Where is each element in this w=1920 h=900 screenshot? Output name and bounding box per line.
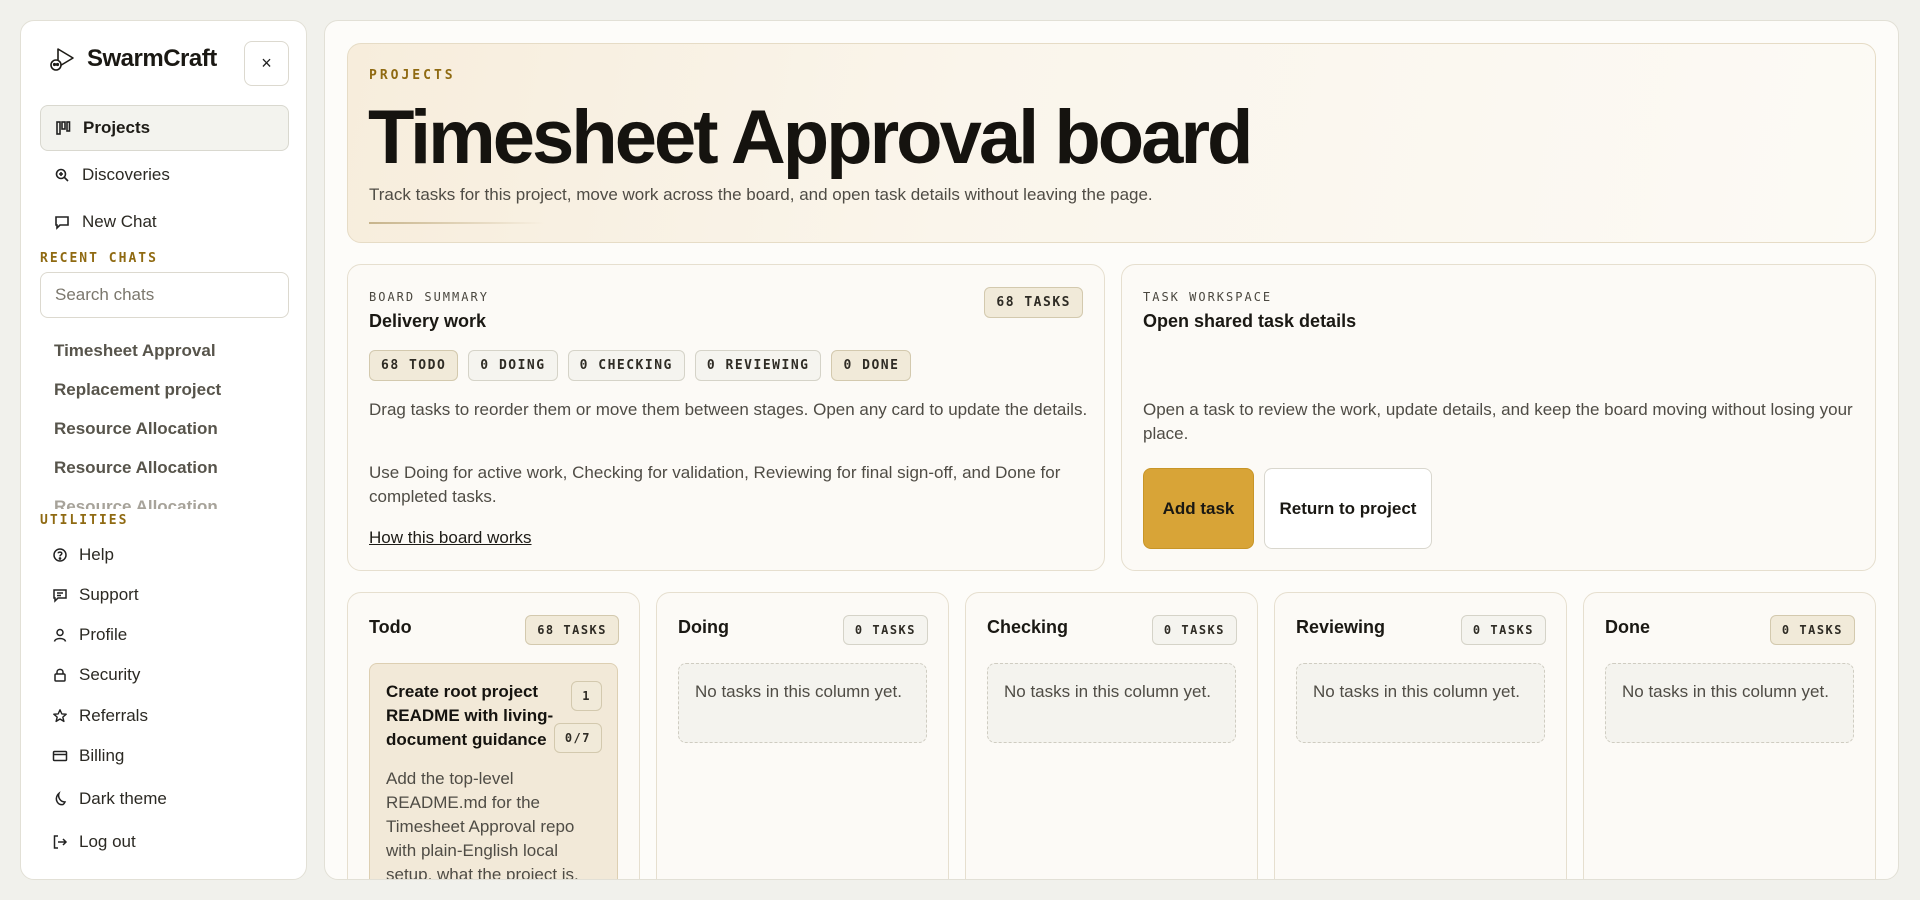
close-icon: ×: [261, 53, 272, 73]
moon-icon: [55, 791, 67, 806]
page-title: Timesheet Approval board: [368, 95, 1253, 180]
stage-badge-doing: 0 DOING: [468, 350, 558, 381]
total-tasks-badge: 68 TASKS: [984, 287, 1083, 318]
return-to-project-button[interactable]: Return to project: [1264, 468, 1432, 549]
kanban-icon: [56, 121, 71, 135]
utility-help[interactable]: Help: [52, 545, 114, 565]
how-board-works-link[interactable]: How this board works: [369, 528, 532, 548]
star-icon: [53, 709, 67, 723]
nav-item-label: Discoveries: [82, 165, 170, 184]
task-description: Add the top-level README.md for the Time…: [386, 769, 579, 880]
column-title: Todo: [369, 617, 412, 637]
utility-label: Dark theme: [79, 789, 167, 808]
board-column-done: Done 0 TASKS No tasks in this column yet…: [1583, 592, 1876, 879]
utility-label: Profile: [79, 625, 128, 644]
board-summary-title: Delivery work: [369, 311, 487, 331]
utility-label: Help: [79, 545, 114, 564]
utility-log-out[interactable]: Log out: [52, 832, 136, 852]
utility-label: Log out: [79, 832, 136, 851]
task-workspace-text: Open a task to review the work, update d…: [1143, 400, 1853, 443]
stage-badge-todo: 68 TODO: [369, 350, 459, 381]
hero-eyebrow: PROJECTS: [369, 68, 456, 83]
nav-item-label: Projects: [83, 118, 151, 137]
recent-chat-item[interactable]: Resource Allocation: [54, 458, 218, 478]
hero-banner: PROJECTS Timesheet Approval board Track …: [347, 43, 1876, 243]
search-chats-input[interactable]: [40, 272, 289, 318]
task-progress-badge: 0/7: [553, 723, 602, 753]
utilities-label: UTILITIES: [40, 513, 129, 528]
brand-logo-icon: [50, 48, 74, 71]
task-workspace-title: Open shared task details: [1143, 311, 1357, 331]
utility-label: Security: [79, 665, 141, 684]
board-summary-card: BOARD SUMMARY Delivery work 68 TASKS 68 …: [347, 264, 1105, 571]
recent-chat-item[interactable]: Resource Allocation: [54, 497, 218, 509]
column-count-badge: 0 TASKS: [842, 615, 928, 645]
column-count-badge: 0 TASKS: [1769, 615, 1855, 645]
board-column-checking: Checking 0 TASKS No tasks in this column…: [965, 592, 1258, 879]
utility-billing[interactable]: Billing: [52, 746, 124, 766]
nav-item-label: New Chat: [82, 212, 157, 231]
sidebar: SwarmCraft × Projects Discoveries New Ch…: [20, 20, 307, 880]
stage-badges: 68 TODO 0 DOING 0 CHECKING 0 REVIEWING 0…: [369, 350, 912, 381]
empty-column-placeholder[interactable]: No tasks in this column yet.: [1296, 663, 1545, 743]
close-sidebar-button[interactable]: ×: [244, 41, 289, 86]
board-summary-text: Drag tasks to reorder them or move them …: [369, 400, 1088, 419]
stage-badge-checking: 0 CHECKING: [567, 350, 685, 381]
logout-icon: [53, 835, 68, 849]
board-summary-eyebrow: BOARD SUMMARY: [369, 290, 489, 304]
utility-label: Support: [79, 585, 139, 604]
column-count-badge: 0 TASKS: [1460, 615, 1546, 645]
nav-item-new-chat[interactable]: New Chat: [40, 199, 289, 245]
column-title: Doing: [678, 617, 729, 637]
utility-label: Referrals: [79, 706, 148, 725]
utility-dark-theme[interactable]: Dark theme: [52, 789, 167, 809]
task-workspace-card: TASK WORKSPACE Open shared task details …: [1121, 264, 1876, 571]
task-title: Create root project README with living-d…: [386, 682, 554, 749]
board-column-todo: Todo 68 TASKS Create root project README…: [347, 592, 640, 880]
utility-security[interactable]: Security: [52, 665, 140, 685]
column-title: Done: [1605, 617, 1650, 637]
empty-column-placeholder[interactable]: No tasks in this column yet.: [1605, 663, 1854, 743]
hero-divider: [369, 222, 544, 224]
search-zoom-icon: [55, 168, 69, 182]
brand[interactable]: SwarmCraft: [47, 43, 217, 75]
board-column-reviewing: Reviewing 0 TASKS No tasks in this colum…: [1274, 592, 1567, 879]
stage-badge-done: 0 DONE: [831, 350, 912, 381]
add-task-button[interactable]: Add task: [1143, 468, 1254, 549]
help-circle-icon: [53, 548, 67, 562]
hero-description: Track tasks for this project, move work …: [369, 185, 1153, 204]
column-count-badge: 0 TASKS: [1151, 615, 1237, 645]
task-card[interactable]: Create root project README with living-d…: [369, 663, 618, 880]
utility-label: Billing: [79, 746, 125, 765]
utility-support[interactable]: Support: [52, 585, 139, 605]
empty-column-placeholder[interactable]: No tasks in this column yet.: [678, 663, 927, 743]
recent-chat-item[interactable]: Resource Allocation: [54, 419, 218, 439]
task-order-badge: 1: [571, 681, 602, 711]
main-panel: PROJECTS Timesheet Approval board Track …: [324, 20, 1899, 880]
user-icon: [53, 628, 67, 642]
stage-badge-reviewing: 0 REVIEWING: [694, 350, 822, 381]
message-icon: [53, 589, 67, 603]
chat-bubble-icon: [55, 216, 69, 230]
utility-profile[interactable]: Profile: [52, 625, 127, 645]
utility-referrals[interactable]: Referrals: [52, 706, 148, 726]
empty-column-placeholder[interactable]: No tasks in this column yet.: [987, 663, 1236, 743]
recent-chat-item[interactable]: Timesheet Approval: [54, 341, 216, 361]
column-title: Checking: [987, 617, 1069, 637]
nav-item-projects[interactable]: Projects: [40, 105, 289, 151]
nav-item-discoveries[interactable]: Discoveries: [40, 152, 289, 198]
lock-icon: [54, 668, 66, 682]
board-summary-text: Use Doing for active work, Checking for …: [369, 463, 1061, 506]
column-title: Reviewing: [1296, 617, 1386, 637]
recent-chats-label: RECENT CHATS: [40, 251, 158, 266]
brand-name: SwarmCraft: [87, 45, 217, 72]
task-workspace-eyebrow: TASK WORKSPACE: [1143, 290, 1273, 304]
recent-chat-item[interactable]: Replacement project: [54, 380, 221, 400]
board-column-doing: Doing 0 TASKS No tasks in this column ye…: [656, 592, 949, 879]
column-count-badge: 68 TASKS: [525, 615, 619, 645]
credit-card-icon: [52, 750, 68, 762]
